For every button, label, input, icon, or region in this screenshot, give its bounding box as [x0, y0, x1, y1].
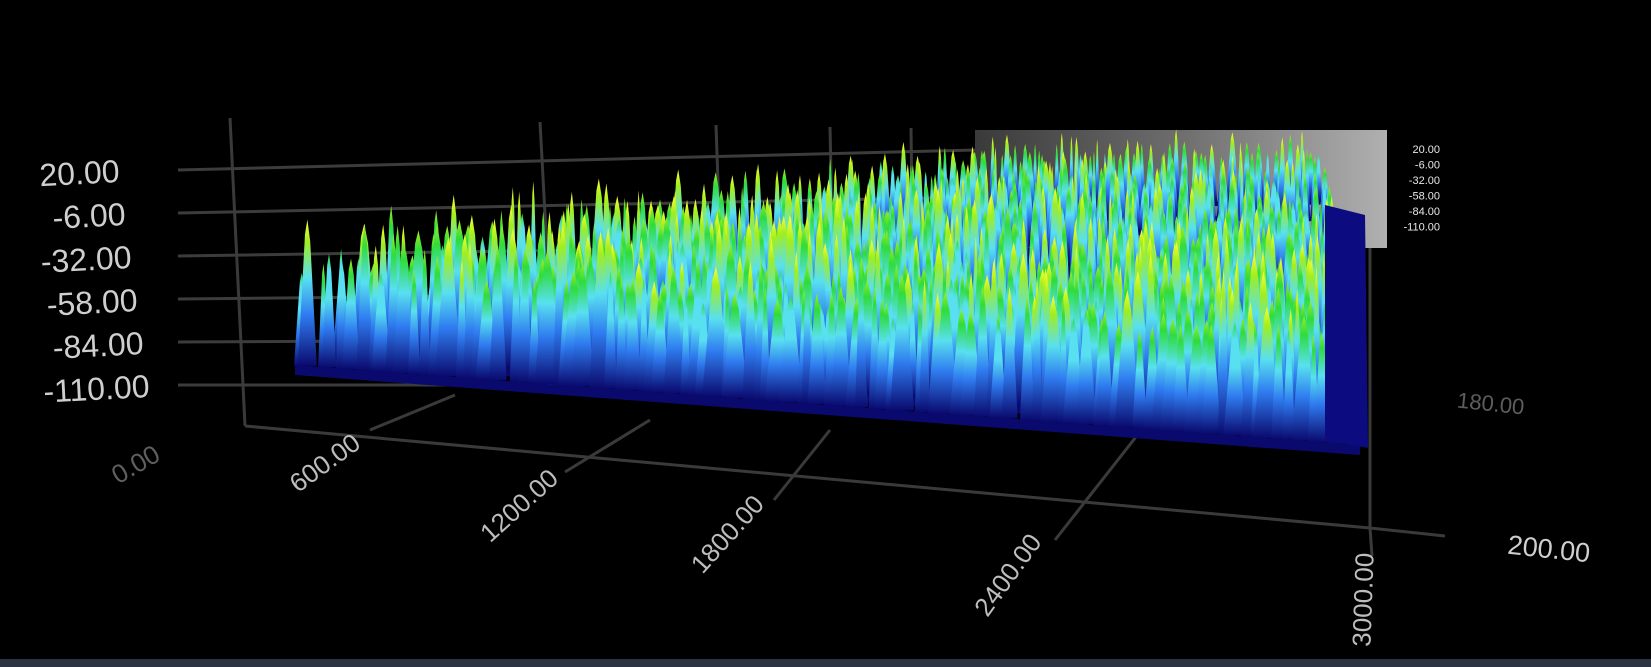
z-tick-label: -84.00: [52, 325, 144, 366]
x-grid-line: [369, 393, 456, 432]
y-tick-label: 200.00: [1506, 530, 1591, 568]
x-tick-label: 600.00: [284, 427, 366, 498]
y-axis-tick-labels: 180.00 200.00: [1456, 388, 1592, 569]
surface-mesh: [293, 129, 1368, 455]
z-tick-label: -32.00: [40, 239, 132, 280]
x-tick-label: 1800.00: [685, 489, 770, 579]
colorbar-tick-label: -58.00: [1409, 191, 1440, 203]
y-tick-label: 180.00: [1456, 388, 1526, 420]
x-tick-label: 1200.00: [474, 463, 564, 548]
x-tick-label: 0.00: [106, 439, 165, 490]
colorbar-tick-label: -32.00: [1409, 175, 1440, 187]
colorbar-tick-labels: 20.00 -6.00 -32.00 -58.00 -84.00 -110.00: [1404, 144, 1441, 234]
colorbar-tick-label: -110.00: [1404, 222, 1441, 234]
surface-side-wall: [1325, 205, 1368, 448]
x-tick-label: 3000.00: [1346, 552, 1379, 647]
colorbar-tick-label: -6.00: [1415, 160, 1440, 172]
z-grid-line: [177, 148, 976, 172]
x-tick-label: 2400.00: [968, 528, 1048, 622]
surface-chart: 20.00-6.00-32.00-58.00-84.00-110.00 0.00…: [39, 117, 1592, 647]
x-grid-line: [564, 418, 651, 474]
z-tick-label: -6.00: [52, 196, 127, 236]
colorbar-tick-label: 20.00: [1412, 144, 1440, 156]
status-bar: [0, 659, 1651, 667]
z-axis-tick-labels: 20.00-6.00-32.00-58.00-84.00-110.00: [39, 153, 151, 410]
z-tick-label: 20.00: [39, 153, 121, 193]
x-axis-tick-labels: 0.00 600.00 1200.00 1800.00 2400.00 3000.00: [106, 427, 1380, 647]
z-tick-label: -110.00: [42, 368, 150, 410]
x-grid-line: [772, 429, 832, 501]
colorbar-tick-label: -84.00: [1409, 206, 1440, 218]
z-tick-label: -58.00: [46, 282, 138, 323]
